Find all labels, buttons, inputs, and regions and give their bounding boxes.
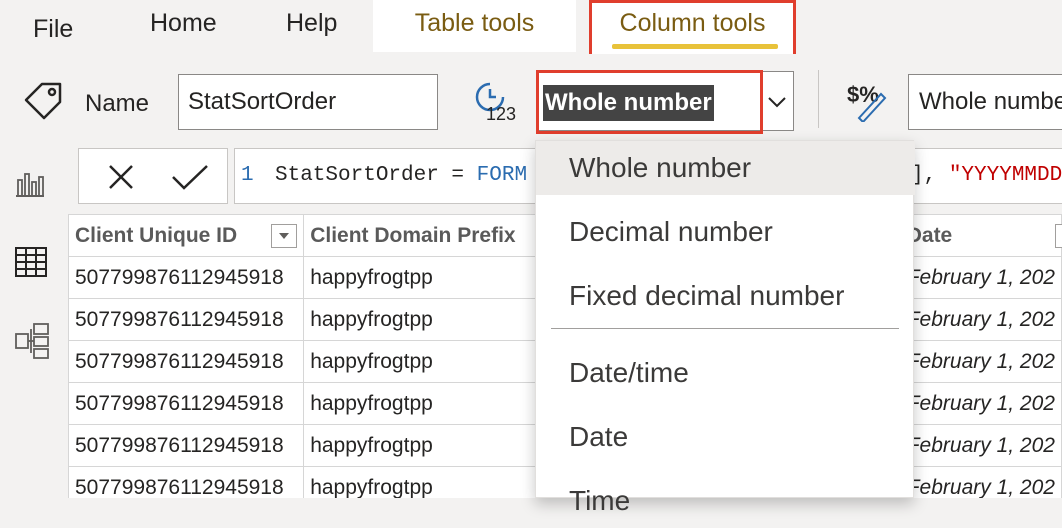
cell-client-domain-prefix[interactable]: happyfrogtpp xyxy=(303,340,543,383)
svg-text:123: 123 xyxy=(486,104,516,124)
formula-text: StatSortOrder = FORM xyxy=(275,149,527,203)
formula-function: FORM xyxy=(476,164,528,187)
chevron-down-icon[interactable] xyxy=(765,82,789,127)
tab-file[interactable]: File xyxy=(33,6,73,60)
cell-client-domain-prefix[interactable]: happyfrogtpp xyxy=(303,466,543,498)
cell-client-unique-id[interactable]: 507799876112945918 xyxy=(68,382,305,425)
formula-buttons xyxy=(78,148,228,204)
ribbon-divider xyxy=(818,70,819,128)
model-icon[interactable] xyxy=(14,322,50,365)
cell-date[interactable]: February 1, 202 xyxy=(899,382,1062,425)
filter-dropdown-icon[interactable] xyxy=(271,224,298,248)
check-icon[interactable] xyxy=(171,163,209,196)
cell-client-unique-id[interactable]: 507799876112945918 xyxy=(68,256,305,299)
cell-date[interactable]: February 1, 202 xyxy=(899,340,1062,383)
column-header-label: Client Domain Prefix xyxy=(310,223,516,247)
name-label: Name xyxy=(85,90,150,117)
column-header-client-domain-prefix[interactable]: Client Domain Prefix xyxy=(303,214,543,257)
cell-date[interactable]: February 1, 202 xyxy=(899,256,1062,299)
column-header-date[interactable]: Date xyxy=(899,214,1062,257)
ribbon-column-tools: Name StatSortOrder 123 Whole number $% W… xyxy=(0,54,1062,142)
name-field[interactable]: StatSortOrder xyxy=(178,74,438,130)
data-type-highlight xyxy=(536,70,763,134)
data-type-dropdown: Whole number Decimal number Fixed decima… xyxy=(535,140,915,516)
cell-client-unique-id[interactable]: 507799876112945918 xyxy=(68,298,305,341)
cell-client-domain-prefix[interactable]: happyfrogtpp xyxy=(303,256,543,299)
cell-client-domain-prefix[interactable]: happyfrogtpp xyxy=(303,382,543,425)
cell-date[interactable]: February 1, 202 xyxy=(899,424,1062,467)
tab-table-tools[interactable]: Table tools xyxy=(373,0,576,52)
formula-measure-name: StatSortOrder = xyxy=(275,164,477,187)
dropdown-separator xyxy=(551,328,899,329)
cell-date[interactable]: February 1, 202 xyxy=(899,466,1062,498)
cell-client-unique-id[interactable]: 507799876112945918 xyxy=(68,466,305,498)
formula-string-literal: "YYYYMMDD xyxy=(948,164,1062,187)
close-icon[interactable] xyxy=(107,163,135,196)
cell-date[interactable]: February 1, 202 xyxy=(899,298,1062,341)
formula-line-number: 1 xyxy=(241,164,254,187)
format-select[interactable]: Whole number xyxy=(908,74,1062,130)
tag-icon xyxy=(22,80,64,127)
formula-text-tail: ], "YYYYMMDD xyxy=(911,149,1062,203)
currency-percent-icon: $% xyxy=(845,80,891,127)
dropdown-option-date[interactable]: Date xyxy=(536,410,915,464)
cell-client-domain-prefix[interactable]: happyfrogtpp xyxy=(303,424,543,467)
dropdown-option-time[interactable]: Time xyxy=(536,474,915,528)
column-header-label: Client Unique ID xyxy=(75,223,238,247)
cell-client-domain-prefix[interactable]: happyfrogtpp xyxy=(303,298,543,341)
tab-home[interactable]: Home xyxy=(150,0,217,54)
tab-help[interactable]: Help xyxy=(286,0,337,54)
table-grid-icon[interactable] xyxy=(14,246,48,283)
cell-client-unique-id[interactable]: 507799876112945918 xyxy=(68,340,305,383)
dropdown-option-fixed-decimal-number[interactable]: Fixed decimal number xyxy=(536,269,915,323)
view-rail xyxy=(0,142,64,498)
dropdown-option-decimal-number[interactable]: Decimal number xyxy=(536,205,915,259)
column-header-client-unique-id[interactable]: Client Unique ID xyxy=(68,214,305,257)
active-tab-indicator xyxy=(612,44,778,49)
dropdown-option-date-time[interactable]: Date/time xyxy=(536,346,915,400)
formula-tail-punct: ], xyxy=(911,164,949,187)
ribbon-tab-bar: File Home Help Table tools Column tools xyxy=(0,0,1062,57)
svg-text:$%: $% xyxy=(847,82,879,107)
bar-chart-icon[interactable] xyxy=(14,168,46,203)
filter-dropdown-icon[interactable] xyxy=(1055,224,1062,248)
clock-123-icon: 123 xyxy=(472,78,516,129)
dropdown-option-whole-number[interactable]: Whole number xyxy=(536,141,915,195)
cell-client-unique-id[interactable]: 507799876112945918 xyxy=(68,424,305,467)
tab-column-tools-label: Column tools xyxy=(619,9,766,37)
